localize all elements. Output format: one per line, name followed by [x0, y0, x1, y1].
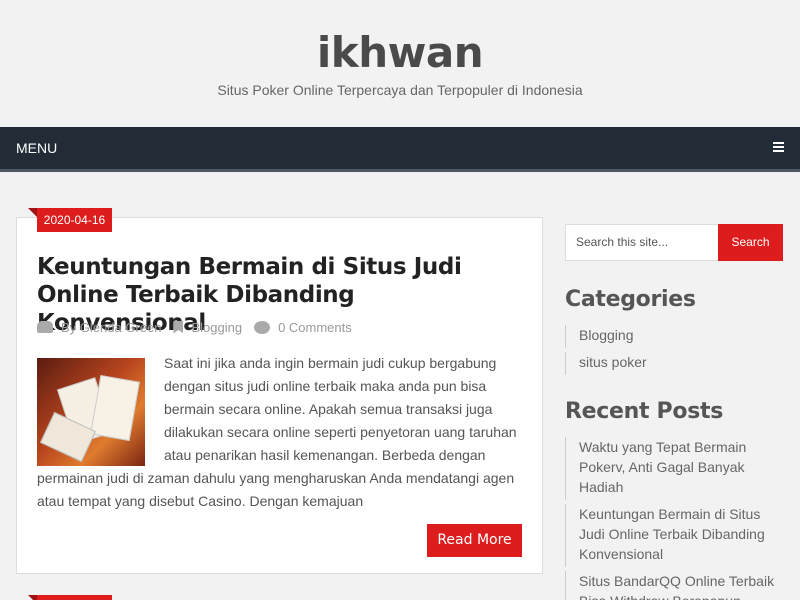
menu-label[interactable]: MENU	[16, 140, 57, 156]
post-category-link[interactable]: Blogging	[191, 320, 242, 335]
recent-posts-title: Recent Posts	[565, 399, 724, 424]
recent-post-item[interactable]: Keuntungan Bermain di Situs Judi Online …	[565, 504, 780, 567]
recent-posts-list: Waktu yang Tepat Bermain Pokerv, Anti Ga…	[565, 437, 780, 600]
post-meta: By Glenda Green Blogging 0 Comments	[37, 319, 352, 335]
recent-post-item[interactable]: Situs BandarQQ Online Terbaik Bisa Withd…	[565, 571, 780, 600]
post-excerpt: Saat ini jika anda ingin bermain judi cu…	[37, 352, 523, 513]
categories-list: Blogging situs poker	[565, 325, 780, 379]
category-item[interactable]: situs poker	[565, 352, 780, 375]
post-comments-link[interactable]: 0 Comments	[278, 320, 352, 335]
bars-icon[interactable]	[773, 142, 784, 152]
read-more-button[interactable]: Read More	[427, 524, 522, 557]
user-icon	[37, 321, 53, 333]
site-description: Situs Poker Online Terpercaya dan Terpop…	[217, 82, 583, 98]
search-input[interactable]: Search this site...	[565, 224, 719, 261]
comment-icon	[254, 320, 271, 334]
post-date-badge[interactable]: 2020-04-16	[28, 208, 112, 232]
main-navigation: MENU	[0, 127, 800, 172]
next-post-date-badge[interactable]	[28, 595, 112, 600]
search-button[interactable]: Search	[718, 224, 783, 261]
category-item[interactable]: Blogging	[565, 325, 780, 348]
categories-title: Categories	[565, 287, 696, 312]
site-header: ikhwan Situs Poker Online Terpercaya dan…	[0, 0, 800, 127]
post-author[interactable]: By Glenda Green	[61, 320, 161, 335]
bookmark-icon	[173, 320, 184, 334]
site-title[interactable]: ikhwan	[0, 28, 800, 77]
recent-post-item[interactable]: Waktu yang Tepat Bermain Pokerv, Anti Ga…	[565, 437, 780, 500]
